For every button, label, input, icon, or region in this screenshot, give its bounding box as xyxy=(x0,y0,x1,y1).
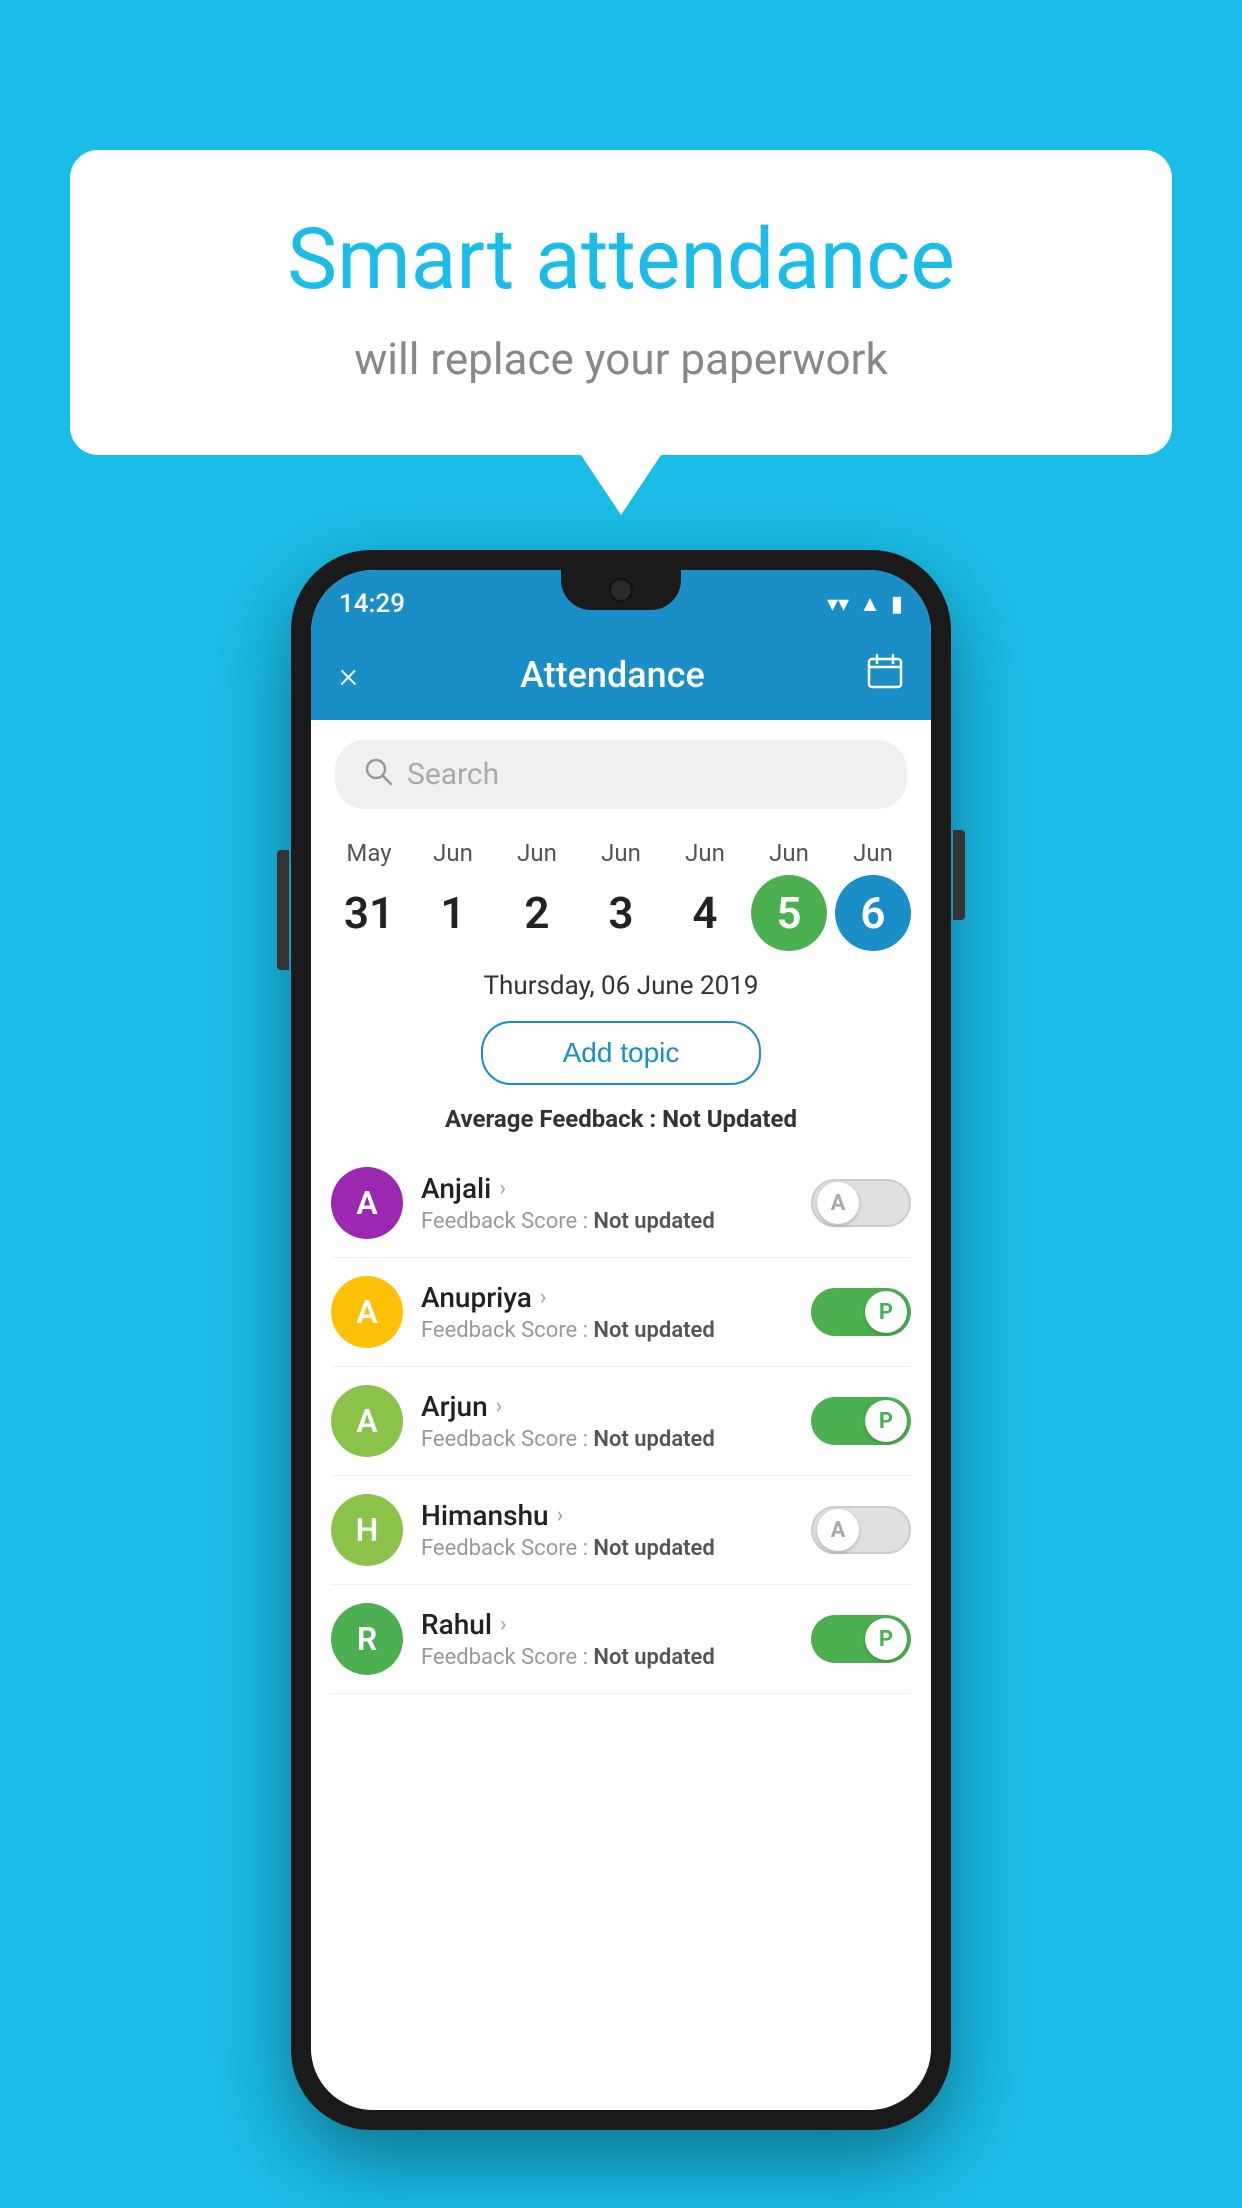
student-item[interactable]: A Anjali › Feedback Score : Not updated A xyxy=(331,1149,911,1258)
calendar-day[interactable]: Jun 3 xyxy=(583,839,659,951)
calendar-day[interactable]: Jun 4 xyxy=(667,839,743,951)
search-input[interactable]: Search xyxy=(407,757,499,792)
camera xyxy=(609,578,633,602)
attendance-toggle[interactable]: P xyxy=(811,1288,911,1336)
phone-screen: 14:29 ▾▾ ▲ ▮ × Attendance xyxy=(311,570,931,2110)
cal-date-label[interactable]: 5 xyxy=(751,875,827,951)
cal-date-label[interactable]: 4 xyxy=(667,875,743,951)
attendance-toggle[interactable]: P xyxy=(811,1397,911,1445)
speech-bubble: Smart attendance will replace your paper… xyxy=(70,150,1172,455)
avg-feedback: Average Feedback : Not Updated xyxy=(311,1105,931,1133)
avatar: R xyxy=(331,1603,403,1675)
calendar-icon[interactable] xyxy=(867,653,903,697)
student-item[interactable]: A Arjun › Feedback Score : Not updated P xyxy=(331,1367,911,1476)
cal-date-label[interactable]: 1 xyxy=(415,875,491,951)
toggle-knob: A xyxy=(817,1509,859,1551)
student-info: Anjali › Feedback Score : Not updated xyxy=(421,1172,793,1234)
student-list: AAnjali ›Feedback Score : Not updatedAAA… xyxy=(311,1149,931,1694)
student-name: Anupriya › xyxy=(421,1281,793,1314)
battery-icon: ▮ xyxy=(891,592,903,617)
app-bar: × Attendance xyxy=(311,630,931,720)
phone: 14:29 ▾▾ ▲ ▮ × Attendance xyxy=(291,550,951,2130)
toggle-knob: A xyxy=(817,1182,859,1224)
student-info: Himanshu › Feedback Score : Not updated xyxy=(421,1499,793,1561)
calendar-strip: May 31 Jun 1 Jun 2 Jun 3 Jun 4 Jun 5 Jun 6 xyxy=(311,829,931,951)
student-score: Feedback Score : Not updated xyxy=(421,1645,793,1670)
search-icon xyxy=(363,756,393,793)
student-info: Arjun › Feedback Score : Not updated xyxy=(421,1390,793,1452)
speech-bubble-subtitle: will replace your paperwork xyxy=(150,333,1092,385)
toggle-knob: P xyxy=(865,1618,907,1660)
student-info: Rahul › Feedback Score : Not updated xyxy=(421,1608,793,1670)
toggle-knob: P xyxy=(865,1291,907,1333)
calendar-day[interactable]: Jun 6 xyxy=(835,839,911,951)
cal-month-label: Jun xyxy=(517,839,557,867)
student-name: Anjali › xyxy=(421,1172,793,1205)
cal-date-label[interactable]: 6 xyxy=(835,875,911,951)
calendar-day[interactable]: Jun 1 xyxy=(415,839,491,951)
attendance-toggle[interactable]: P xyxy=(811,1615,911,1663)
student-name: Himanshu › xyxy=(421,1499,793,1532)
cal-month-label: Jun xyxy=(601,839,641,867)
cal-date-label[interactable]: 3 xyxy=(583,875,659,951)
student-score: Feedback Score : Not updated xyxy=(421,1209,793,1234)
cal-date-label[interactable]: 2 xyxy=(499,875,575,951)
attendance-toggle[interactable]: A xyxy=(811,1506,911,1554)
app-content: Search May 31 Jun 1 Jun 2 Jun 3 Jun 4 Jun 5 Jun 6 Thu… xyxy=(311,720,931,2110)
notch xyxy=(561,570,681,610)
chevron-icon: › xyxy=(499,1176,506,1201)
student-item[interactable]: A Anupriya › Feedback Score : Not updated P xyxy=(331,1258,911,1367)
status-icons: ▾▾ ▲ ▮ xyxy=(827,591,903,617)
speech-bubble-section: Smart attendance will replace your paper… xyxy=(70,150,1172,515)
signal-icon: ▲ xyxy=(859,591,881,617)
chevron-icon: › xyxy=(500,1612,507,1637)
student-score: Feedback Score : Not updated xyxy=(421,1536,793,1561)
student-item[interactable]: H Himanshu › Feedback Score : Not updated A xyxy=(331,1476,911,1585)
avatar: A xyxy=(331,1167,403,1239)
attendance-toggle[interactable]: A xyxy=(811,1179,911,1227)
chevron-icon: › xyxy=(540,1285,547,1310)
cal-month-label: Jun xyxy=(853,839,893,867)
cal-month-label: Jun xyxy=(769,839,809,867)
close-button[interactable]: × xyxy=(339,654,358,696)
student-name: Rahul › xyxy=(421,1608,793,1641)
chevron-icon: › xyxy=(557,1503,564,1528)
add-topic-button[interactable]: Add topic xyxy=(481,1021,761,1085)
calendar-day[interactable]: Jun 2 xyxy=(499,839,575,951)
cal-date-label[interactable]: 31 xyxy=(331,875,407,951)
status-time: 14:29 xyxy=(339,589,405,619)
wifi-icon: ▾▾ xyxy=(827,592,849,617)
avatar: A xyxy=(331,1276,403,1348)
student-info: Anupriya › Feedback Score : Not updated xyxy=(421,1281,793,1343)
chevron-icon: › xyxy=(496,1394,503,1419)
calendar-day[interactable]: Jun 5 xyxy=(751,839,827,951)
phone-outer: 14:29 ▾▾ ▲ ▮ × Attendance xyxy=(291,550,951,2130)
student-name: Arjun › xyxy=(421,1390,793,1423)
app-bar-title: Attendance xyxy=(520,654,705,696)
toggle-knob: P xyxy=(865,1400,907,1442)
speech-bubble-title: Smart attendance xyxy=(150,210,1092,309)
cal-month-label: May xyxy=(346,839,391,867)
student-item[interactable]: R Rahul › Feedback Score : Not updated P xyxy=(331,1585,911,1694)
calendar-day[interactable]: May 31 xyxy=(331,839,407,951)
student-score: Feedback Score : Not updated xyxy=(421,1318,793,1343)
cal-month-label: Jun xyxy=(685,839,725,867)
student-score: Feedback Score : Not updated xyxy=(421,1427,793,1452)
avatar: H xyxy=(331,1494,403,1566)
speech-bubble-tail xyxy=(581,455,661,515)
cal-month-label: Jun xyxy=(433,839,473,867)
search-bar[interactable]: Search xyxy=(335,740,907,809)
selected-date-label: Thursday, 06 June 2019 xyxy=(311,971,931,1001)
avatar: A xyxy=(331,1385,403,1457)
